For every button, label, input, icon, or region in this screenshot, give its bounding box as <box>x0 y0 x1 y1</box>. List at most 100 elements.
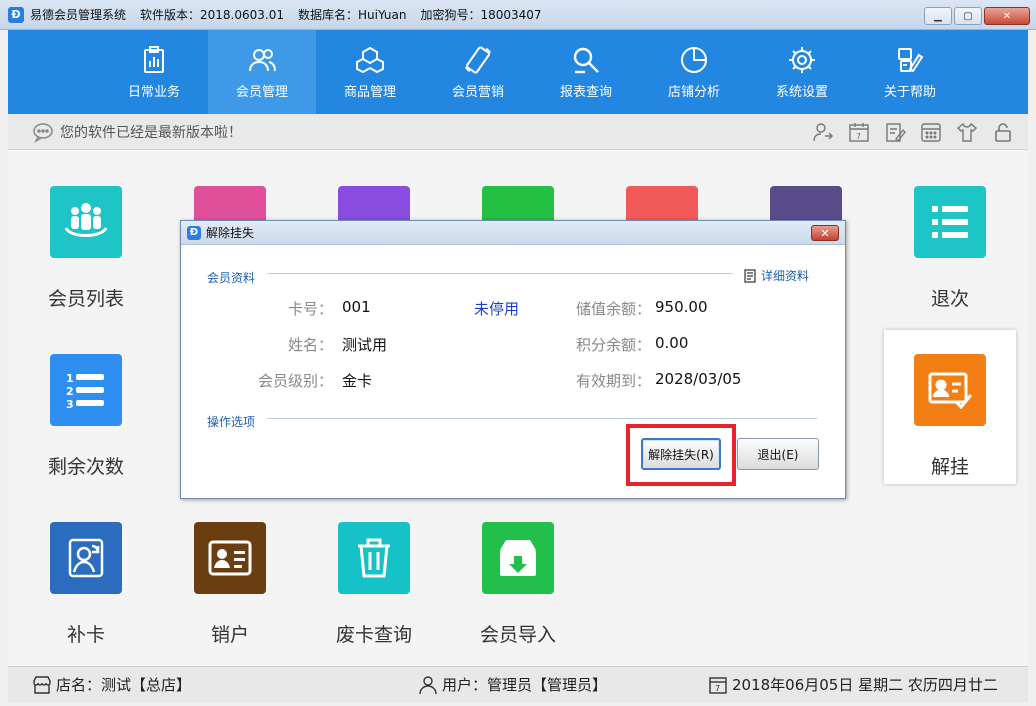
tile-remaining-times[interactable]: 123 剩余次数 <box>20 318 152 478</box>
app-logo-icon: Đ <box>8 6 24 23</box>
calendar-icon: 7 <box>709 676 727 694</box>
dialog-titlebar: Đ 解除挂失 ✕ <box>181 221 845 245</box>
nav-label: 商品管理 <box>343 84 396 100</box>
nav-label: 日常业务 <box>127 84 180 100</box>
edit-note-icon[interactable] <box>882 120 908 144</box>
svg-text:3: 3 <box>66 398 74 411</box>
nav-label: 系统设置 <box>775 84 828 100</box>
nav-label: 会员管理 <box>235 84 288 100</box>
section-divider <box>267 273 733 274</box>
nav-daily-business[interactable]: 日常业务 <box>100 30 208 114</box>
calculator-icon[interactable] <box>918 120 944 144</box>
svg-text:2: 2 <box>66 385 74 398</box>
store-text: 店名：测试【总店】 <box>56 676 192 694</box>
user-switch-icon[interactable] <box>810 120 836 144</box>
tile-cancel-account[interactable]: 销户 <box>164 486 296 646</box>
card-no-label: 卡号： <box>287 300 333 318</box>
app-logo-icon: Đ <box>187 225 201 240</box>
exit-button[interactable]: 退出(E) <box>737 438 819 470</box>
nav-label: 店铺分析 <box>667 84 720 100</box>
id-card-minus-icon <box>194 522 266 594</box>
svg-text:1: 1 <box>66 372 74 385</box>
search-report-icon <box>573 47 599 73</box>
version-text: 软件版本：2018.0603.01 <box>140 8 284 22</box>
expiry-value: 2028/03/05 <box>655 370 742 388</box>
help-icon <box>898 47 924 72</box>
level-value: 金卡 <box>342 372 373 390</box>
dialog-close-button[interactable]: ✕ <box>811 225 839 241</box>
gear-icon <box>789 46 815 73</box>
archive-download-icon <box>482 522 554 594</box>
tile-member-list[interactable]: 会员列表 <box>20 150 152 310</box>
date-info: 7 2018年06月05日 星期二 农历四月廿二 <box>708 674 998 695</box>
unlock-loss-dialog: Đ 解除挂失 ✕ 会员资料 详细资料 卡号： 001 未停用 储值余额： 950… <box>180 220 846 499</box>
pie-chart-icon <box>681 46 707 73</box>
tile-label: 退次 <box>930 288 969 310</box>
dongle-text: 加密狗号：18003407 <box>420 8 542 22</box>
minimize-button[interactable]: ▁ <box>924 7 952 25</box>
clipboard-icon <box>144 45 164 73</box>
store-info: 店名：测试【总店】 <box>32 674 191 695</box>
user-info: 用户：管理员【管理员】 <box>418 674 607 695</box>
level-label: 会员级别： <box>257 372 333 390</box>
tile-unlock-loss[interactable]: 解挂 <box>884 330 1016 484</box>
document-list-icon <box>744 268 756 283</box>
highlight-annotation <box>626 424 736 486</box>
nav-label: 会员营销 <box>451 84 504 100</box>
balance-value: 950.00 <box>655 298 708 316</box>
members-group-icon <box>50 186 122 258</box>
name-value: 测试用 <box>342 336 388 354</box>
user-icon <box>419 675 437 694</box>
nav-system-settings[interactable]: 系统设置 <box>748 30 856 114</box>
card-status: 未停用 <box>474 300 520 318</box>
tile-label: 销户 <box>210 624 249 646</box>
nav-about-help[interactable]: 关于帮助 <box>856 30 964 114</box>
name-label: 姓名： <box>287 336 333 354</box>
expiry-label: 有效期到： <box>575 372 651 390</box>
close-button[interactable]: ✕ <box>984 7 1030 25</box>
tile-void-card-query[interactable]: 废卡查询 <box>308 486 440 646</box>
card-check-icon <box>914 354 986 426</box>
notice-bar: 您的软件已经是最新版本啦！ 7 <box>8 114 1028 150</box>
nav-report-query[interactable]: 报表查询 <box>532 30 640 114</box>
svg-text:7: 7 <box>715 684 720 693</box>
maximize-button[interactable]: ▢ <box>954 7 982 25</box>
tile-label: 废卡查询 <box>335 624 412 646</box>
points-label: 积分余额： <box>575 336 651 354</box>
shirt-icon[interactable] <box>954 120 980 144</box>
nav-member-marketing[interactable]: 会员营销 <box>424 30 532 114</box>
nav-label: 关于帮助 <box>883 84 936 100</box>
nav-label: 报表查询 <box>559 84 612 100</box>
calendar-icon[interactable]: 7 <box>846 120 872 144</box>
tile-label: 解挂 <box>930 456 969 478</box>
phone-icon <box>465 46 491 73</box>
svg-text:7: 7 <box>856 132 861 141</box>
nav-member-management[interactable]: 会员管理 <box>208 30 316 114</box>
tile-refund-times[interactable]: 退次 <box>884 150 1016 310</box>
chat-bubble-icon <box>33 122 53 143</box>
store-icon <box>33 675 51 694</box>
tile-reissue-card[interactable]: 补卡 <box>20 486 152 646</box>
app-name: 易德会员管理系统 <box>30 8 127 22</box>
points-value: 0.00 <box>655 334 689 352</box>
database-text: 数据库名：HuiYuan <box>298 8 407 22</box>
user-text: 用户：管理员【管理员】 <box>442 676 608 694</box>
numbered-list-icon: 123 <box>50 354 122 426</box>
lock-icon[interactable] <box>990 120 1016 144</box>
quick-tools: 7 <box>810 120 1016 144</box>
section-operations: 操作选项 <box>207 415 256 429</box>
nav-store-analysis[interactable]: 店铺分析 <box>640 30 748 114</box>
notice-text: 您的软件已经是最新版本啦！ <box>60 124 242 141</box>
tile-member-import[interactable]: 会员导入 <box>452 486 584 646</box>
balance-label: 储值余额： <box>575 300 651 318</box>
list-icon <box>914 186 986 258</box>
section-divider <box>267 418 817 419</box>
detail-info-link[interactable]: 详细资料 <box>743 267 809 284</box>
tile-label: 剩余次数 <box>47 456 124 478</box>
boxes-icon <box>356 46 384 73</box>
section-member-info: 会员资料 <box>207 271 256 285</box>
tile-label: 会员列表 <box>47 288 124 310</box>
window-titlebar: Đ 易德会员管理系统 软件版本：2018.0603.01 数据库名：HuiYua… <box>0 0 1036 30</box>
nav-product-management[interactable]: 商品管理 <box>316 30 424 114</box>
id-card-refresh-icon <box>50 522 122 594</box>
